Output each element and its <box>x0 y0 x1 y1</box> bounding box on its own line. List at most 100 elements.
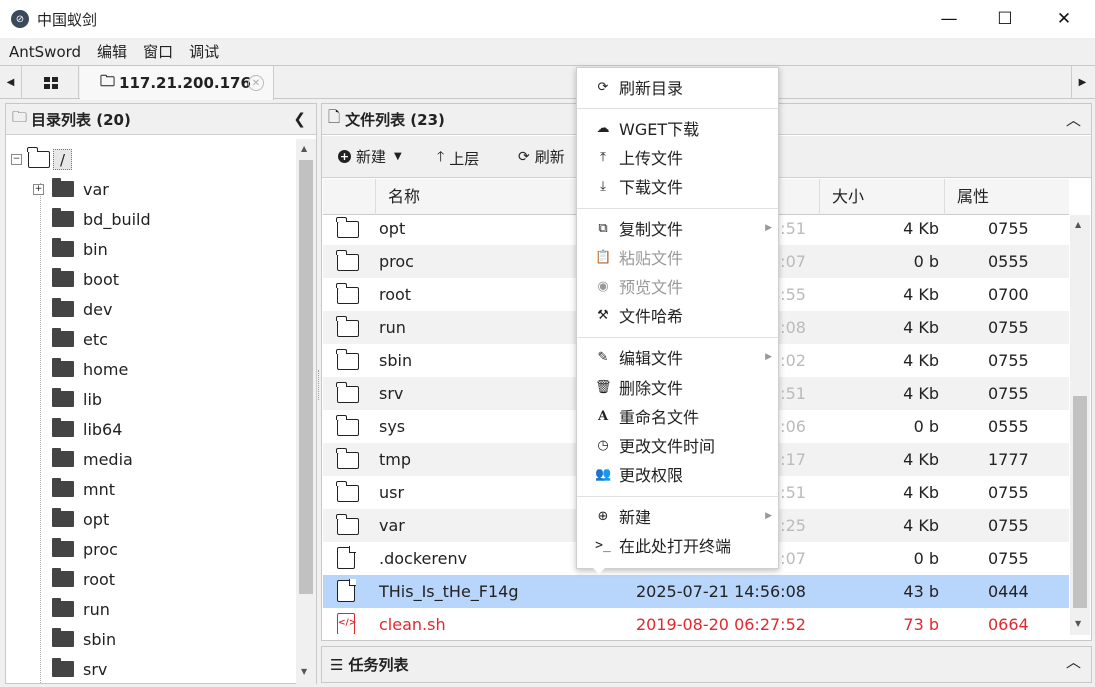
folder-icon <box>336 514 359 535</box>
folder-icon <box>336 481 359 502</box>
maximize-button[interactable]: ☐ <box>982 0 1028 38</box>
minimize-button[interactable]: — <box>926 0 972 38</box>
column-size[interactable]: 大小 <box>819 179 944 215</box>
tree-root[interactable]: − / <box>11 146 73 171</box>
tree-node-sbin[interactable]: sbin <box>52 627 116 651</box>
directory-panel-header: 🗀 目录列表 (20) ❮ <box>6 104 316 135</box>
directory-scrollbar[interactable]: ▲ ▼ <box>296 139 316 684</box>
tree-node-media[interactable]: media <box>52 447 133 471</box>
font-icon: A <box>597 408 609 424</box>
collapse-node-icon[interactable]: − <box>11 153 22 165</box>
file-name: var <box>379 516 405 535</box>
ctx-rename-file[interactable]: A 重命名文件 <box>577 403 778 429</box>
tab-home[interactable] <box>23 66 79 99</box>
tree-node-opt[interactable]: opt <box>52 507 109 531</box>
file-icon: 🗋 <box>328 107 341 126</box>
folder-icon <box>52 508 74 527</box>
tree-node-root[interactable]: root <box>52 567 115 591</box>
ctx-open-terminal[interactable]: >_ 在此处打开终端 <box>577 532 778 558</box>
ctx-edit-file[interactable]: ✎ 编辑文件 ▶ <box>577 344 778 370</box>
ctx-wget-download[interactable]: ☁ WGET下载 <box>577 115 778 141</box>
tree-node-run[interactable]: run <box>52 597 110 621</box>
ctx-download-file[interactable]: ⤓ 下载文件 <box>577 173 778 199</box>
scrollbar-thumb[interactable] <box>299 160 313 594</box>
file-date: 2025-07-21 14:56:08 <box>636 582 806 601</box>
new-button[interactable]: + 新建 ▼ <box>338 146 402 167</box>
ctx-refresh-dir[interactable]: ⟳ 刷新目录 <box>577 74 778 100</box>
tree-node-var[interactable]: + var <box>33 177 109 201</box>
paste-icon: 📋 <box>595 249 612 265</box>
file-date: 2019-08-20 06:27:52 <box>636 615 806 634</box>
file-size: 4 Kb <box>903 483 939 502</box>
trash-icon: 🗑 <box>595 379 612 395</box>
menu-debug[interactable]: 调试 <box>181 41 227 62</box>
tree-node-proc[interactable]: proc <box>52 537 118 561</box>
collapse-left-icon[interactable]: ❮ <box>293 110 306 128</box>
tree-node-lib[interactable]: lib <box>52 387 102 411</box>
tree-node-bd_build[interactable]: bd_build <box>52 207 151 231</box>
folder-icon <box>52 658 74 677</box>
collapse-up-icon[interactable]: ︿ <box>1066 109 1081 130</box>
task-panel[interactable]: ☰ 任务列表 ︿ <box>321 646 1092 683</box>
file-name: tmp <box>379 450 412 469</box>
tree-node-label: etc <box>83 329 108 349</box>
menu-antsword[interactable]: AntSword <box>0 43 89 61</box>
scroll-down-icon[interactable]: ▼ <box>301 667 307 676</box>
menu-edit[interactable]: 编辑 <box>89 41 135 62</box>
tree-node-label: opt <box>83 509 110 529</box>
file-size: 43 b <box>903 582 939 601</box>
file-name: root <box>379 285 412 304</box>
tab-session[interactable]: 🗀 117.21.200.176 ✕ <box>80 66 274 100</box>
copy-icon: ⧉ <box>598 220 608 236</box>
tree-node-boot[interactable]: boot <box>52 267 119 291</box>
scrollbar-thumb[interactable] <box>1073 396 1087 608</box>
tree-node-dev[interactable]: dev <box>52 297 112 321</box>
ctx-delete-file[interactable]: 🗑 删除文件 <box>577 374 778 400</box>
scroll-up-icon[interactable]: ▲ <box>301 144 307 153</box>
tree-node-home[interactable]: home <box>52 357 128 381</box>
table-row[interactable]: THis_Is_tHe_F14g 2025-07-21 14:56:08 43 b 0… <box>323 575 1069 608</box>
ctx-new[interactable]: ⊕ 新建 ▶ <box>577 503 778 529</box>
expand-up-icon[interactable]: ︿ <box>1066 651 1081 672</box>
close-window-button[interactable]: ✕ <box>1041 0 1087 38</box>
tab-bar: ◀ 🗀 117.21.200.176 ✕ ▶ <box>0 65 1095 100</box>
folder-icon <box>52 388 74 407</box>
scroll-up-icon[interactable]: ▲ <box>1075 220 1081 229</box>
ctx-file-hash[interactable]: ⚒ 文件哈希 <box>577 302 778 328</box>
folder-icon <box>336 217 359 238</box>
upload-icon: ⤒ <box>600 149 606 165</box>
tree-node-lib64[interactable]: lib64 <box>52 417 122 441</box>
tree-node-etc[interactable]: etc <box>52 327 108 351</box>
tree-node-mnt[interactable]: mnt <box>52 477 115 501</box>
expand-node-icon[interactable]: + <box>33 183 44 195</box>
file-size: 4 Kb <box>903 318 939 337</box>
file-size: 73 b <box>903 615 939 634</box>
grid-icon <box>43 76 58 89</box>
title-bar: ⊘ 中国蚁剑 — ☐ ✕ <box>0 0 1095 38</box>
users-icon: 👥 <box>595 466 612 482</box>
table-row[interactable]: </> clean.sh 2019-08-20 06:27:52 73 b 0664 <box>323 608 1069 634</box>
folder-icon <box>52 358 74 377</box>
tab-scroll-right-icon[interactable]: ▶ <box>1071 66 1093 99</box>
menu-bar: AntSword 编辑 窗口 调试 <box>0 38 1095 65</box>
folder-icon <box>52 238 74 257</box>
tab-close-icon[interactable]: ✕ <box>248 75 264 91</box>
list-icon: ☰ <box>330 655 344 674</box>
tab-scroll-left-icon[interactable]: ◀ <box>0 66 22 99</box>
scroll-down-icon[interactable]: ▼ <box>1075 619 1081 628</box>
tree-node-bin[interactable]: bin <box>52 237 108 261</box>
tree-node-srv[interactable]: srv <box>52 657 107 681</box>
ctx-upload-file[interactable]: ⤒ 上传文件 <box>577 144 778 170</box>
up-level-button[interactable]: 🡑 上层 <box>437 146 479 170</box>
file-name: srv <box>379 384 404 403</box>
ctx-copy-file[interactable]: ⧉ 复制文件 ▶ <box>577 215 778 241</box>
file-scrollbar[interactable]: ▲ ▼ <box>1070 215 1090 635</box>
refresh-button[interactable]: ⟳ 刷新 <box>518 146 565 167</box>
menu-window[interactable]: 窗口 <box>135 41 181 62</box>
ctx-paste-file: 📋 粘贴文件 <box>595 249 684 268</box>
column-perm[interactable]: 属性 <box>944 179 1069 215</box>
task-panel-title: 任务列表 <box>348 656 409 674</box>
tree-node-label: lib <box>83 389 103 409</box>
ctx-change-time[interactable]: ◷ 更改文件时间 <box>577 432 778 458</box>
ctx-change-permission[interactable]: 👥 更改权限 <box>577 461 778 487</box>
